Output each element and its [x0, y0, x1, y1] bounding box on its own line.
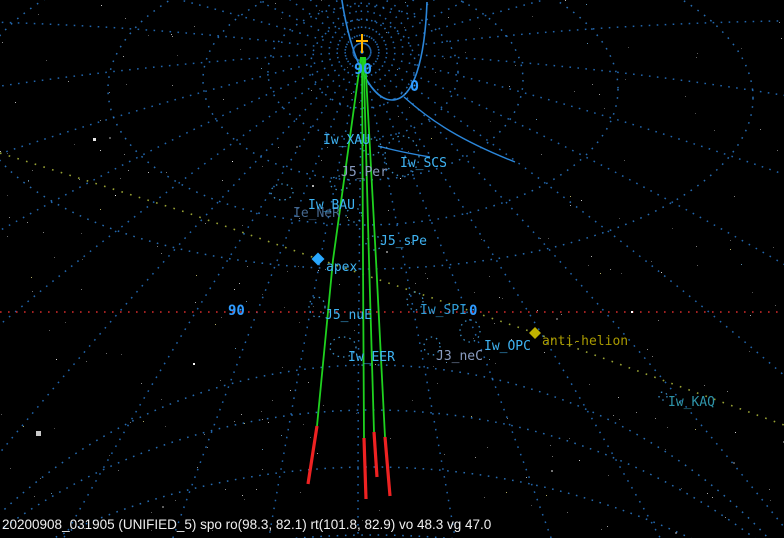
radiant-label-J3_neC: J3_neC [436, 349, 483, 364]
radiant-label-Iw_SPI: Iw_SPI [420, 303, 467, 318]
coordinate-label-ra-0-pole: 0 [410, 77, 420, 95]
radiant-label-Iw_KAQ: Iw_KAQ [668, 395, 715, 410]
sky-map[interactable]: Iw_XAU Iw_SCS J5_Per Ie_NeR Iw_BAU J5_sPe J5_n… [0, 0, 784, 538]
radiant-label-J5_sPe: J5_sPe [380, 234, 427, 249]
radiant-label-Iw_BAU: Iw_BAU [308, 198, 355, 213]
coordinate-label-dec-90-pole: 90 [354, 60, 373, 78]
status-bar: 20200908_031905 (UNIFIED_5) spo ro(98.3,… [2, 517, 492, 532]
radiant-label-J5_nuE: J5_nuE [325, 308, 372, 323]
apex-label: apex [326, 260, 358, 275]
radiant-label-Iw_OPC: Iw_OPC [484, 339, 531, 354]
label-layer: Iw_XAU Iw_SCS J5_Per Ie_NeR Iw_BAU J5_sPe J5_n… [0, 0, 784, 538]
radiant-label-Iw_SCS: Iw_SCS [400, 156, 447, 171]
coordinate-label-eq-0-right: 0 [469, 303, 478, 319]
anti-helion-label: anti-helion [542, 334, 629, 349]
radiant-label-Iw_EER: Iw_EER [348, 350, 395, 365]
radiant-label-Iw_XAU: Iw_XAU [323, 133, 370, 148]
coordinate-label-eq-90-left: 90 [228, 303, 245, 319]
radiant-label-J5_Per: J5_Per [341, 165, 388, 180]
